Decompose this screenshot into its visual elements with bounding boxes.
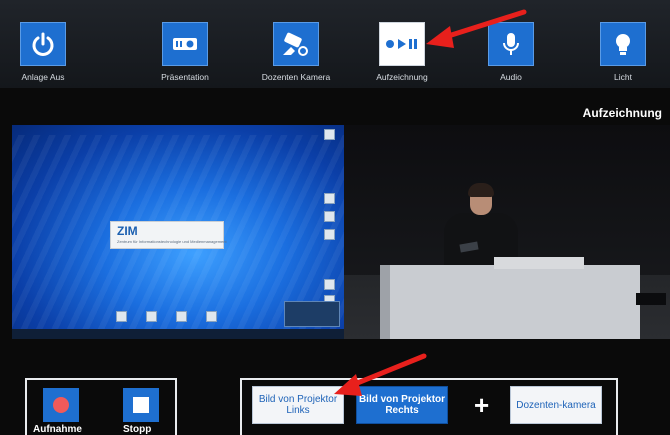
record-label: Aufnahme bbox=[33, 424, 82, 435]
power-icon bbox=[20, 22, 66, 66]
toolbar-item-praesentation[interactable]: Präsentation bbox=[140, 22, 230, 82]
notification-popup bbox=[284, 301, 340, 327]
preview-lecturer-camera bbox=[344, 125, 670, 339]
preview-projector-left: ZIM Zentrum für Informationstechnologie … bbox=[12, 125, 344, 339]
toolbar-label: Audio bbox=[500, 72, 522, 82]
taskbar bbox=[12, 329, 344, 339]
camera-icon bbox=[273, 22, 319, 66]
zim-logo-card: ZIM Zentrum für Informationstechnologie … bbox=[110, 221, 227, 249]
desktop-icon bbox=[324, 211, 335, 222]
recording-controls: Aufnahme Stopp bbox=[25, 378, 177, 435]
stop-button[interactable] bbox=[123, 388, 159, 422]
desktop-icon bbox=[324, 229, 335, 240]
stage-device bbox=[636, 293, 666, 305]
desktop-icon bbox=[324, 279, 335, 290]
stop-icon bbox=[133, 397, 149, 413]
annotation-arrow-icon bbox=[426, 9, 527, 48]
desktop-icon bbox=[176, 311, 187, 322]
toolbar-label: Dozenten Kamera bbox=[261, 72, 331, 82]
lectern bbox=[380, 265, 640, 339]
record-button[interactable] bbox=[43, 388, 79, 422]
desktop-icon bbox=[146, 311, 157, 322]
lectern-top bbox=[494, 257, 584, 269]
plus-icon: + bbox=[474, 390, 490, 420]
projector-icon bbox=[162, 22, 208, 66]
annotation-arrow-icon bbox=[334, 353, 427, 396]
record-icon bbox=[53, 397, 69, 413]
toolbar-label: Aufzeichnung bbox=[376, 72, 428, 82]
stop-label: Stopp bbox=[123, 424, 152, 435]
toolbar-item-anlage-aus[interactable]: Anlage Aus bbox=[0, 22, 88, 82]
toolbar-item-licht[interactable]: Licht bbox=[578, 22, 668, 82]
desktop-icon bbox=[324, 129, 335, 140]
zim-logo-subtitle: Zentrum für Informationstechnologie und … bbox=[117, 239, 227, 244]
toolbar-label: Präsentation bbox=[161, 72, 209, 82]
lectern-side bbox=[380, 265, 390, 339]
source-lecturer-camera-button[interactable]: Dozenten-kamera bbox=[510, 386, 602, 424]
lecturer-hair bbox=[468, 183, 494, 197]
section-title: Aufzeichnung bbox=[582, 106, 662, 120]
lightbulb-icon bbox=[600, 22, 646, 66]
toolbar-label: Anlage Aus bbox=[21, 72, 65, 82]
zim-logo: ZIM bbox=[117, 224, 138, 238]
desktop-icon bbox=[116, 311, 127, 322]
desktop-icon bbox=[324, 193, 335, 204]
toolbar-item-dozenten-kamera[interactable]: Dozenten Kamera bbox=[251, 22, 341, 82]
toolbar-label: Licht bbox=[614, 72, 632, 82]
desktop-icon bbox=[206, 311, 217, 322]
record-play-pause-icon bbox=[379, 22, 425, 66]
top-toolbar: Anlage Aus Präsentation Dozenten Kamera … bbox=[0, 0, 670, 88]
